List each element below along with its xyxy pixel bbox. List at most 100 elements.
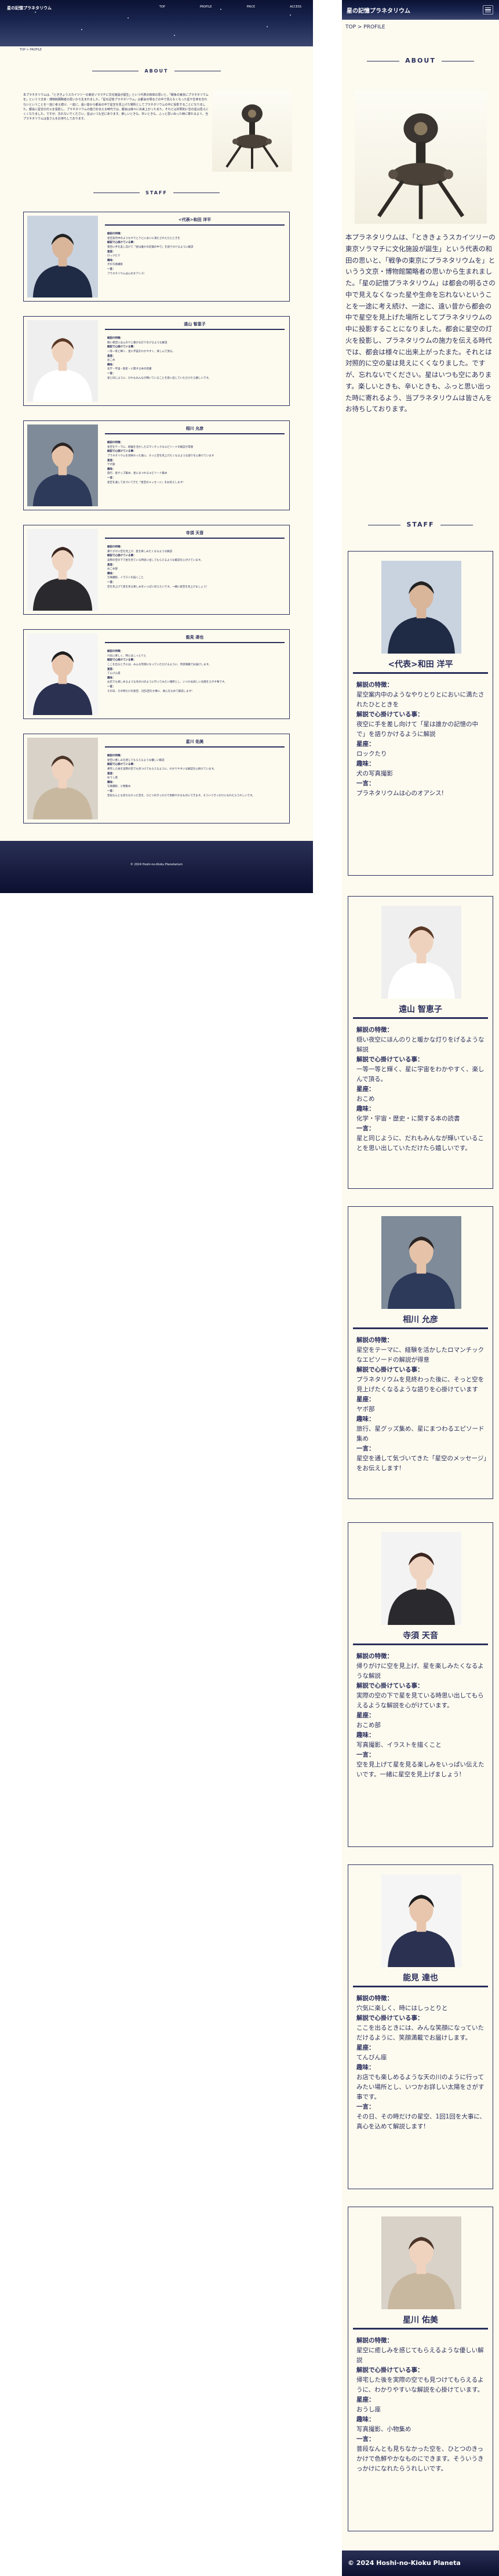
label-hobby: 星座： — [356, 741, 375, 748]
staff-name: 遠山 智恵子 — [353, 1003, 488, 1019]
mobile-footer: © 2024 Hoshi-no-Kioku Planeta — [342, 2550, 499, 2576]
staff-photo — [27, 633, 98, 715]
mobile-breadcrumb[interactable]: TOP > PROFILE — [345, 24, 385, 30]
staff-name: 星川 佑美 — [353, 2314, 488, 2330]
staff-name: <代表>和田 洋平 — [353, 658, 488, 674]
label-pos: 解説で心掛けている事： — [107, 554, 136, 558]
mobile-logo[interactable]: 星の記憶プラネタリウム — [347, 6, 410, 14]
staff-photo — [381, 906, 461, 999]
staff-word: その日、その時だけの星空、1回1回を大事に、真心を込めて解説します! — [356, 2113, 486, 2130]
label-skill: 趣味： — [107, 363, 115, 367]
staff-details: 解説の特徴： 帰りがけに空を見上げ、星を楽しみたくなるような解説 解説で心掛けている… — [107, 545, 285, 589]
label-skill: 趣味： — [107, 572, 115, 575]
nav-access[interactable]: ACCESS — [290, 5, 301, 9]
staff-word: その日、その時だけの星空、1回1回を大事に、真心を込めて解説します! — [107, 690, 192, 693]
staff-desc: 穏い夜空にほんのりと暖かな灯りをげるような解説 — [356, 1036, 485, 1053]
staff-card: 寺須 天音解説の特徴： 帰りがけに空を見上げ、星を楽しみたくなるような解説 解説で心… — [23, 525, 290, 615]
label-pos: 解説で心掛けている事： — [107, 346, 136, 349]
label-pos: 解説で心掛けている事： — [107, 659, 136, 662]
label-hobby: 星座： — [356, 1086, 375, 1093]
mobile-staff-heading: STAFF — [342, 521, 499, 528]
label-word: 一言： — [356, 1125, 375, 1132]
nav-top[interactable]: TOP — [159, 5, 165, 9]
label-word: 一言： — [107, 477, 115, 480]
label-hobby: 星座： — [107, 667, 115, 671]
label-word: 一言： — [107, 268, 115, 271]
staff-skill: 写真撮影、イラストを描くこと — [356, 1741, 442, 1748]
label-hobby: 星座： — [107, 250, 115, 253]
staff-name: <代表>和田 洋平 — [105, 217, 285, 226]
staff-pos: 一等一等と輝く、星に宇宙をわかやすく、楽しんで頂る。 — [356, 1066, 485, 1083]
staff-desc: 星空に癒しみを感じてもらえるような優しい解説 — [107, 759, 165, 762]
staff-desc: 星空に癒しみを感じてもらえるような優しい解説 — [356, 2347, 484, 2364]
label-skill: 趣味： — [107, 259, 115, 262]
label-pos: 解説で心掛けている事： — [107, 763, 136, 767]
label-desc: 解説の特徴： — [356, 1653, 393, 1660]
label-desc: 解説の特徴： — [356, 681, 393, 688]
nav-price[interactable]: PRICE — [247, 5, 256, 9]
staff-name: 相川 允彦 — [105, 426, 285, 434]
label-desc: 解説の特徴： — [107, 546, 123, 549]
staff-photo — [381, 2216, 461, 2309]
staff-hobby: ヤボ部 — [356, 1406, 375, 1413]
staff-details: 解説の特徴： 星空に癒しみを感じてもらえるような優しい解説 解説で心掛けている事： 帰… — [356, 2336, 487, 2474]
staff-skill: 写真撮影、小物集め — [356, 2426, 411, 2433]
staff-skill: 旅行、星グッズ集め、星にまつわるエピソード集め — [107, 472, 167, 476]
staff-hobby: ヤボ部 — [107, 463, 115, 467]
staff-skill: お店でも楽しめるような天の川のように行ってみたい場所とし、いつかお詳しい太陽をさ… — [356, 2074, 485, 2100]
staff-card: 相川 允彦 解説の特徴： 星空をテーマに、経験を活かしたロマンチックなエピソードの解… — [348, 1206, 493, 1499]
staff-desc: 星空案内中のようなやりとりとにおいに満たされたひとときを — [356, 691, 485, 708]
staff-skill: 犬の写真撮影 — [107, 263, 123, 267]
desktop-breadcrumb[interactable]: TOP > PROFILE — [20, 48, 42, 52]
staff-word: 星と同じように、だれもみんなが輝いていることを思い出していただけたら嬉しいです。 — [107, 376, 212, 380]
staff-photo — [27, 320, 98, 402]
label-skill: 趣味： — [356, 1105, 375, 1112]
label-skill: 趣味： — [356, 760, 375, 767]
staff-pos: 帰宅した後を実際の空でも見つけてもらえるように、わかりやすいな解説を心掛けていま… — [107, 767, 217, 771]
staff-word: 普段なんとも見ちなかった空を、ひとつのきっかけで色鮮やかなものにできます。そうい… — [356, 2446, 484, 2472]
staff-pos: 夜空に手を差し向けて「星は誰かの記憶の中で」を語りかけるように解説 — [356, 721, 478, 738]
label-skill: 趣味： — [107, 467, 115, 471]
staff-desc: 星空をテーマに、経験を活かしたロマンチックなエピソードの解説が得意 — [107, 445, 194, 449]
hamburger-menu-icon[interactable] — [483, 5, 493, 14]
label-word: 一言： — [107, 581, 115, 585]
label-word: 一言： — [107, 372, 115, 376]
staff-details: 解説の特徴： 穴気に楽しく、時にはしっとりと 解説で心掛けている事： ここを出るときに… — [356, 1994, 487, 2132]
mobile-about-heading: ABOUT — [342, 57, 499, 64]
staff-hobby: おうし座 — [107, 777, 118, 780]
staff-photo — [27, 738, 98, 819]
staff-word: 星空を通して気づいてきた「星空のメッセージ」をお伝えします! — [356, 1455, 487, 1472]
staff-pos: プラネタリウムを見終わった後に、そっと空を見上げたくなるような語りを心掛けていま… — [107, 454, 214, 458]
label-word: 一言： — [356, 1445, 375, 1452]
staff-card: 相川 允彦解説の特徴： 星空をテーマに、経験を活かしたロマンチックなエピソードの解… — [23, 420, 290, 510]
staff-desc: 穴気に楽しく、時にはしっとりと — [107, 654, 147, 658]
staff-details: 解説の特徴： 穏い夜空にほんのりと暖かな灯りをげるような解説 解説で心掛けている事：… — [356, 1025, 487, 1153]
label-skill: 趣味： — [356, 1732, 375, 1739]
staff-name: 寺須 天音 — [105, 530, 285, 539]
planetarium-projector-image — [355, 90, 487, 224]
label-hobby: 星座： — [356, 2044, 375, 2051]
label-desc: 解説の特徴： — [107, 441, 123, 444]
desktop-about-text: 本プラネタリウムは、「とききょうスカイツリーの東京ソラマチに文化施設が誕生」とい… — [23, 93, 209, 121]
desktop-nav: TOP PROFILE PRICE ACCESS — [159, 5, 301, 9]
staff-card: <代表>和田 洋平解説の特徴： 星空案内中のようなやりとりとにおいに満たされたひと… — [348, 551, 493, 876]
label-pos: 解説で心掛けている事： — [356, 711, 424, 718]
label-pos: 解説で心掛けている事： — [107, 450, 136, 453]
staff-skill: お店でも楽しめるような天の川のように行ってみたい場所とし、いつかお詳しい太陽をさ… — [107, 681, 227, 684]
staff-photo — [27, 529, 98, 611]
staff-photo — [27, 216, 98, 297]
desktop-logo[interactable]: 星の記憶プラネタリウム — [7, 5, 52, 11]
staff-desc: 穏い夜空にほんのりと暖かな灯りをげるような解説 — [107, 341, 167, 344]
staff-pos: 夜空に手を差し向けて「星は誰かの記憶の中で」を語りかけるように解説 — [107, 245, 194, 249]
label-pos: 解説で心掛けている事： — [356, 1056, 424, 1063]
nav-profile[interactable]: PROFILE — [200, 5, 212, 9]
staff-hobby: おこめ部 — [107, 568, 118, 571]
label-pos: 解説で心掛けている事： — [356, 1682, 424, 1689]
mobile-header: 星の記憶プラネタリウム — [342, 0, 499, 20]
label-pos: 解説で心掛けている事： — [356, 2367, 424, 2374]
staff-pos: 一等一等と輝く、星に宇宙をわかやすく、楽しんで頂る。 — [107, 350, 175, 353]
staff-word: 星空を通して気づいてきた「星空のメッセージ」をお伝えします! — [107, 481, 184, 484]
label-desc: 解説の特徴： — [107, 337, 123, 340]
staff-photo — [27, 425, 98, 506]
staff-card: 能見 達也 解説の特徴： 穴気に楽しく、時にはしっとりと 解説で心掛けている事： ここを… — [348, 1864, 493, 2189]
